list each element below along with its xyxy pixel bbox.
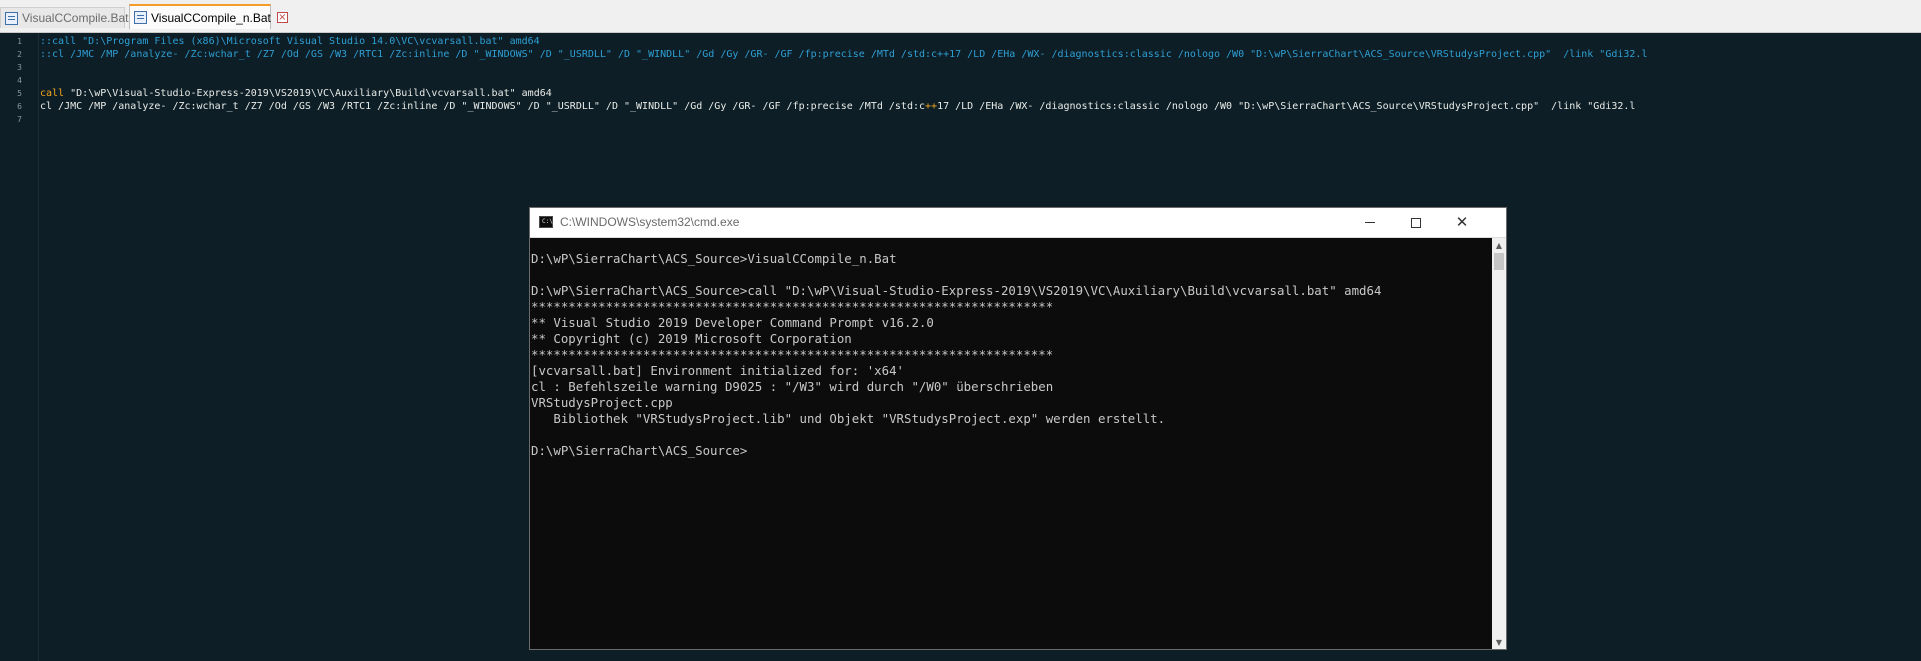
close-icon: ✕ xyxy=(1455,213,1469,231)
line-number: 7 xyxy=(17,115,22,124)
console-line: cl : Befehlszeile warning D9025 : "/W3" … xyxy=(531,379,1054,394)
console-line: ****************************************… xyxy=(531,347,1054,362)
console-line: ** Visual Studio 2019 Developer Command … xyxy=(531,315,934,330)
code-token: "D:\wP\Visual-Studio-Express-2019\VS2019… xyxy=(64,88,552,99)
code-token: ::cl /JMC /MP /analyze- /Zc:wchar_t /Z7 … xyxy=(40,49,1648,60)
line-number: 6 xyxy=(17,102,22,111)
close-tab-icon[interactable]: × xyxy=(276,12,288,23)
code-line: ::cl /JMC /MP /analyze- /Zc:wchar_t /Z7 … xyxy=(40,48,1647,61)
maximize-button[interactable] xyxy=(1393,208,1439,237)
console-output[interactable]: D:\wP\SierraChart\ACS_Source>VisualCComp… xyxy=(530,238,1492,649)
scroll-down-arrow-icon[interactable]: ▼ xyxy=(1492,635,1506,649)
file-icon xyxy=(5,11,18,25)
code-token: call xyxy=(40,88,65,99)
console-line: VRStudysProject.cpp xyxy=(531,395,673,410)
code-line: ::call "D:\Program Files (x86)\Microsoft… xyxy=(40,35,540,48)
console-line: D:\wP\SierraChart\ACS_Source> xyxy=(531,443,748,458)
line-number-gutter: 1 2 3 4 5 6 7 xyxy=(0,33,39,661)
line-number: 2 xyxy=(17,50,22,59)
tab-label: VisualCCompile_n.Bat xyxy=(151,10,271,25)
line-number: 3 xyxy=(17,63,22,72)
line-number: 4 xyxy=(17,76,22,85)
cmd-window: C:\ C:\WINDOWS\system32\cmd.exe ✕ D:\wP\… xyxy=(529,207,1507,650)
editor-tab-bar: VisualCCompile.Bat × VisualCCompile_n.Ba… xyxy=(0,0,1921,33)
line-number: 1 xyxy=(17,37,22,46)
code-line: cl /JMC /MP /analyze- /Zc:wchar_t /Z7 /O… xyxy=(40,100,1635,113)
tab-visualccompile-bat[interactable]: VisualCCompile.Bat × xyxy=(0,7,146,28)
code-token: 17 /LD /EHa /WX- /diagnostics:classic /n… xyxy=(937,101,1636,112)
console-line: Bibliothek "VRStudysProject.lib" und Obj… xyxy=(531,411,1166,426)
code-token: ++ xyxy=(925,101,938,112)
console-line: D:\wP\SierraChart\ACS_Source>VisualCComp… xyxy=(531,251,897,266)
close-button[interactable]: ✕ xyxy=(1439,208,1485,237)
console-line: D:\wP\SierraChart\ACS_Source>call "D:\wP… xyxy=(531,283,1382,298)
minimize-icon xyxy=(1365,222,1375,223)
maximize-icon xyxy=(1411,217,1421,228)
line-number: 5 xyxy=(17,89,22,98)
cmd-window-title: C:\WINDOWS\system32\cmd.exe xyxy=(560,215,740,229)
vertical-scrollbar[interactable]: ▲ ▼ xyxy=(1492,238,1506,649)
code-token: ::call "D:\Program Files (x86)\Microsoft… xyxy=(40,36,540,47)
console-line: ****************************************… xyxy=(531,299,1054,314)
scrollbar-thumb[interactable] xyxy=(1494,253,1504,270)
file-icon xyxy=(134,11,147,24)
code-line: call "D:\wP\Visual-Studio-Express-2019\V… xyxy=(40,87,552,100)
minimize-button[interactable] xyxy=(1347,208,1393,237)
cmd-title-bar[interactable]: C:\ C:\WINDOWS\system32\cmd.exe ✕ xyxy=(530,208,1506,238)
console-icon: C:\ xyxy=(539,216,553,228)
console-line: [vcvarsall.bat] Environment initialized … xyxy=(531,363,904,378)
console-line: ** Copyright (c) 2019 Microsoft Corporat… xyxy=(531,331,852,346)
code-token: cl /JMC /MP /analyze- /Zc:wchar_t /Z7 /O… xyxy=(40,101,926,112)
tab-visualccompile-n-bat[interactable]: VisualCCompile_n.Bat × xyxy=(129,4,288,29)
scroll-up-arrow-icon[interactable]: ▲ xyxy=(1492,238,1506,252)
tab-label: VisualCCompile.Bat xyxy=(22,11,129,25)
